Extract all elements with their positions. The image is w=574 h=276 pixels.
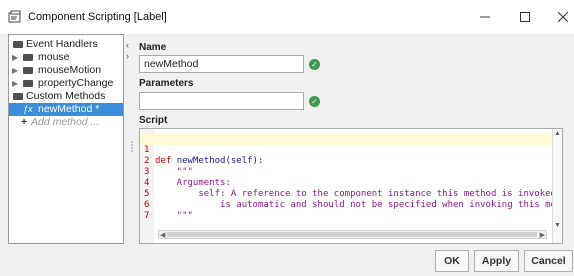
script-label: Script (139, 115, 168, 126)
tree-label: newMethod * (38, 103, 100, 115)
maximize-icon (520, 12, 530, 22)
code-line-2[interactable]: 2 """ (140, 145, 193, 177)
method-icon: ƒx (23, 104, 33, 114)
script-editor[interactable]: 1 def newMethod(self): 2 """ 3 Arguments… (139, 128, 563, 244)
folder-open-icon (13, 93, 23, 100)
apply-button[interactable]: Apply (474, 250, 519, 272)
chevron-right-icon[interactable]: ▶ (12, 77, 18, 90)
parameters-label: Parameters (139, 78, 194, 89)
cancel-button[interactable]: Cancel (524, 250, 573, 272)
chevron-right-icon[interactable]: ▶ (540, 231, 545, 239)
folder-icon (23, 54, 33, 61)
plus-icon: + (21, 116, 28, 128)
code-line-1[interactable]: 1 def newMethod(self): (140, 134, 553, 166)
chevron-down-icon[interactable]: ▼ (554, 222, 561, 229)
minimize-icon (480, 16, 490, 18)
minimize-button[interactable] (470, 6, 500, 28)
ok-button[interactable]: OK (435, 250, 469, 272)
parameters-field[interactable] (139, 92, 304, 110)
name-field[interactable]: newMethod (139, 55, 304, 73)
code-line-6[interactable]: 6 """ (140, 189, 193, 221)
code-text: Arguments: (155, 178, 231, 188)
tree-custom-methods[interactable]: Custom Methods (9, 90, 123, 103)
code-line-4[interactable]: 4 self: A reference to the component ins… (140, 167, 562, 199)
close-button[interactable] (548, 6, 574, 28)
checkmark-icon: ✓ (309, 96, 320, 107)
add-method-item[interactable]: + Add method ... (9, 116, 123, 129)
split-pane-toggle[interactable]: ‹ › (126, 40, 129, 62)
checkmark-icon: ✓ (309, 59, 320, 70)
window-title: Component Scripting [Label] (28, 11, 167, 23)
method-tree[interactable]: Event Handlers ▶ mouse ▶ mouseMotion ▶ p… (8, 34, 124, 244)
chevron-right-icon[interactable]: ▶ (12, 64, 18, 77)
code-text: def newMethod(self): (155, 156, 264, 166)
tree-label: Event Handlers (26, 38, 98, 50)
maximize-button[interactable] (510, 6, 540, 28)
code-line-3[interactable]: 3 Arguments: (140, 156, 231, 188)
close-icon (558, 12, 568, 22)
chevron-left-icon[interactable]: ◀ (160, 231, 165, 239)
code-text: self: A reference to the component insta… (155, 189, 563, 199)
name-label: Name (139, 42, 167, 53)
horizontal-scrollbar[interactable]: ◀ ▶ (158, 230, 547, 239)
folder-icon (23, 80, 33, 87)
tree-item-mouse[interactable]: ▶ mouse (9, 51, 123, 64)
tree-label: Custom Methods (26, 90, 106, 102)
tree-item-propertychange[interactable]: ▶ propertyChange (9, 77, 123, 90)
vertical-scrollbar[interactable]: ▲ ▼ (552, 129, 562, 243)
code-text: is automatic and should not be specified… (155, 200, 563, 210)
tree-label: mouse (38, 51, 70, 63)
code-line-5[interactable]: 5 is automatic and should not be specifi… (140, 178, 562, 210)
tree-item-newmethod[interactable]: ƒx newMethod * (9, 103, 123, 116)
resize-grip-icon[interactable] (130, 140, 134, 154)
tree-label: propertyChange (38, 77, 114, 89)
scroll-thumb[interactable] (167, 232, 537, 237)
script-window-icon (8, 10, 21, 23)
chevron-up-icon[interactable]: ▲ (554, 130, 561, 137)
title-bar: Component Scripting [Label] (0, 0, 574, 34)
tree-event-handlers[interactable]: Event Handlers (9, 38, 123, 51)
tree-item-mousemotion[interactable]: ▶ mouseMotion (9, 64, 123, 77)
tree-label: mouseMotion (38, 64, 102, 76)
folder-open-icon (13, 41, 23, 48)
code-line-7[interactable]: 7 (140, 200, 162, 221)
line-number: 7 (144, 211, 150, 221)
add-method-label: Add method ... (31, 116, 100, 128)
folder-icon (23, 67, 33, 74)
chevron-right-icon[interactable]: ▶ (12, 51, 18, 64)
